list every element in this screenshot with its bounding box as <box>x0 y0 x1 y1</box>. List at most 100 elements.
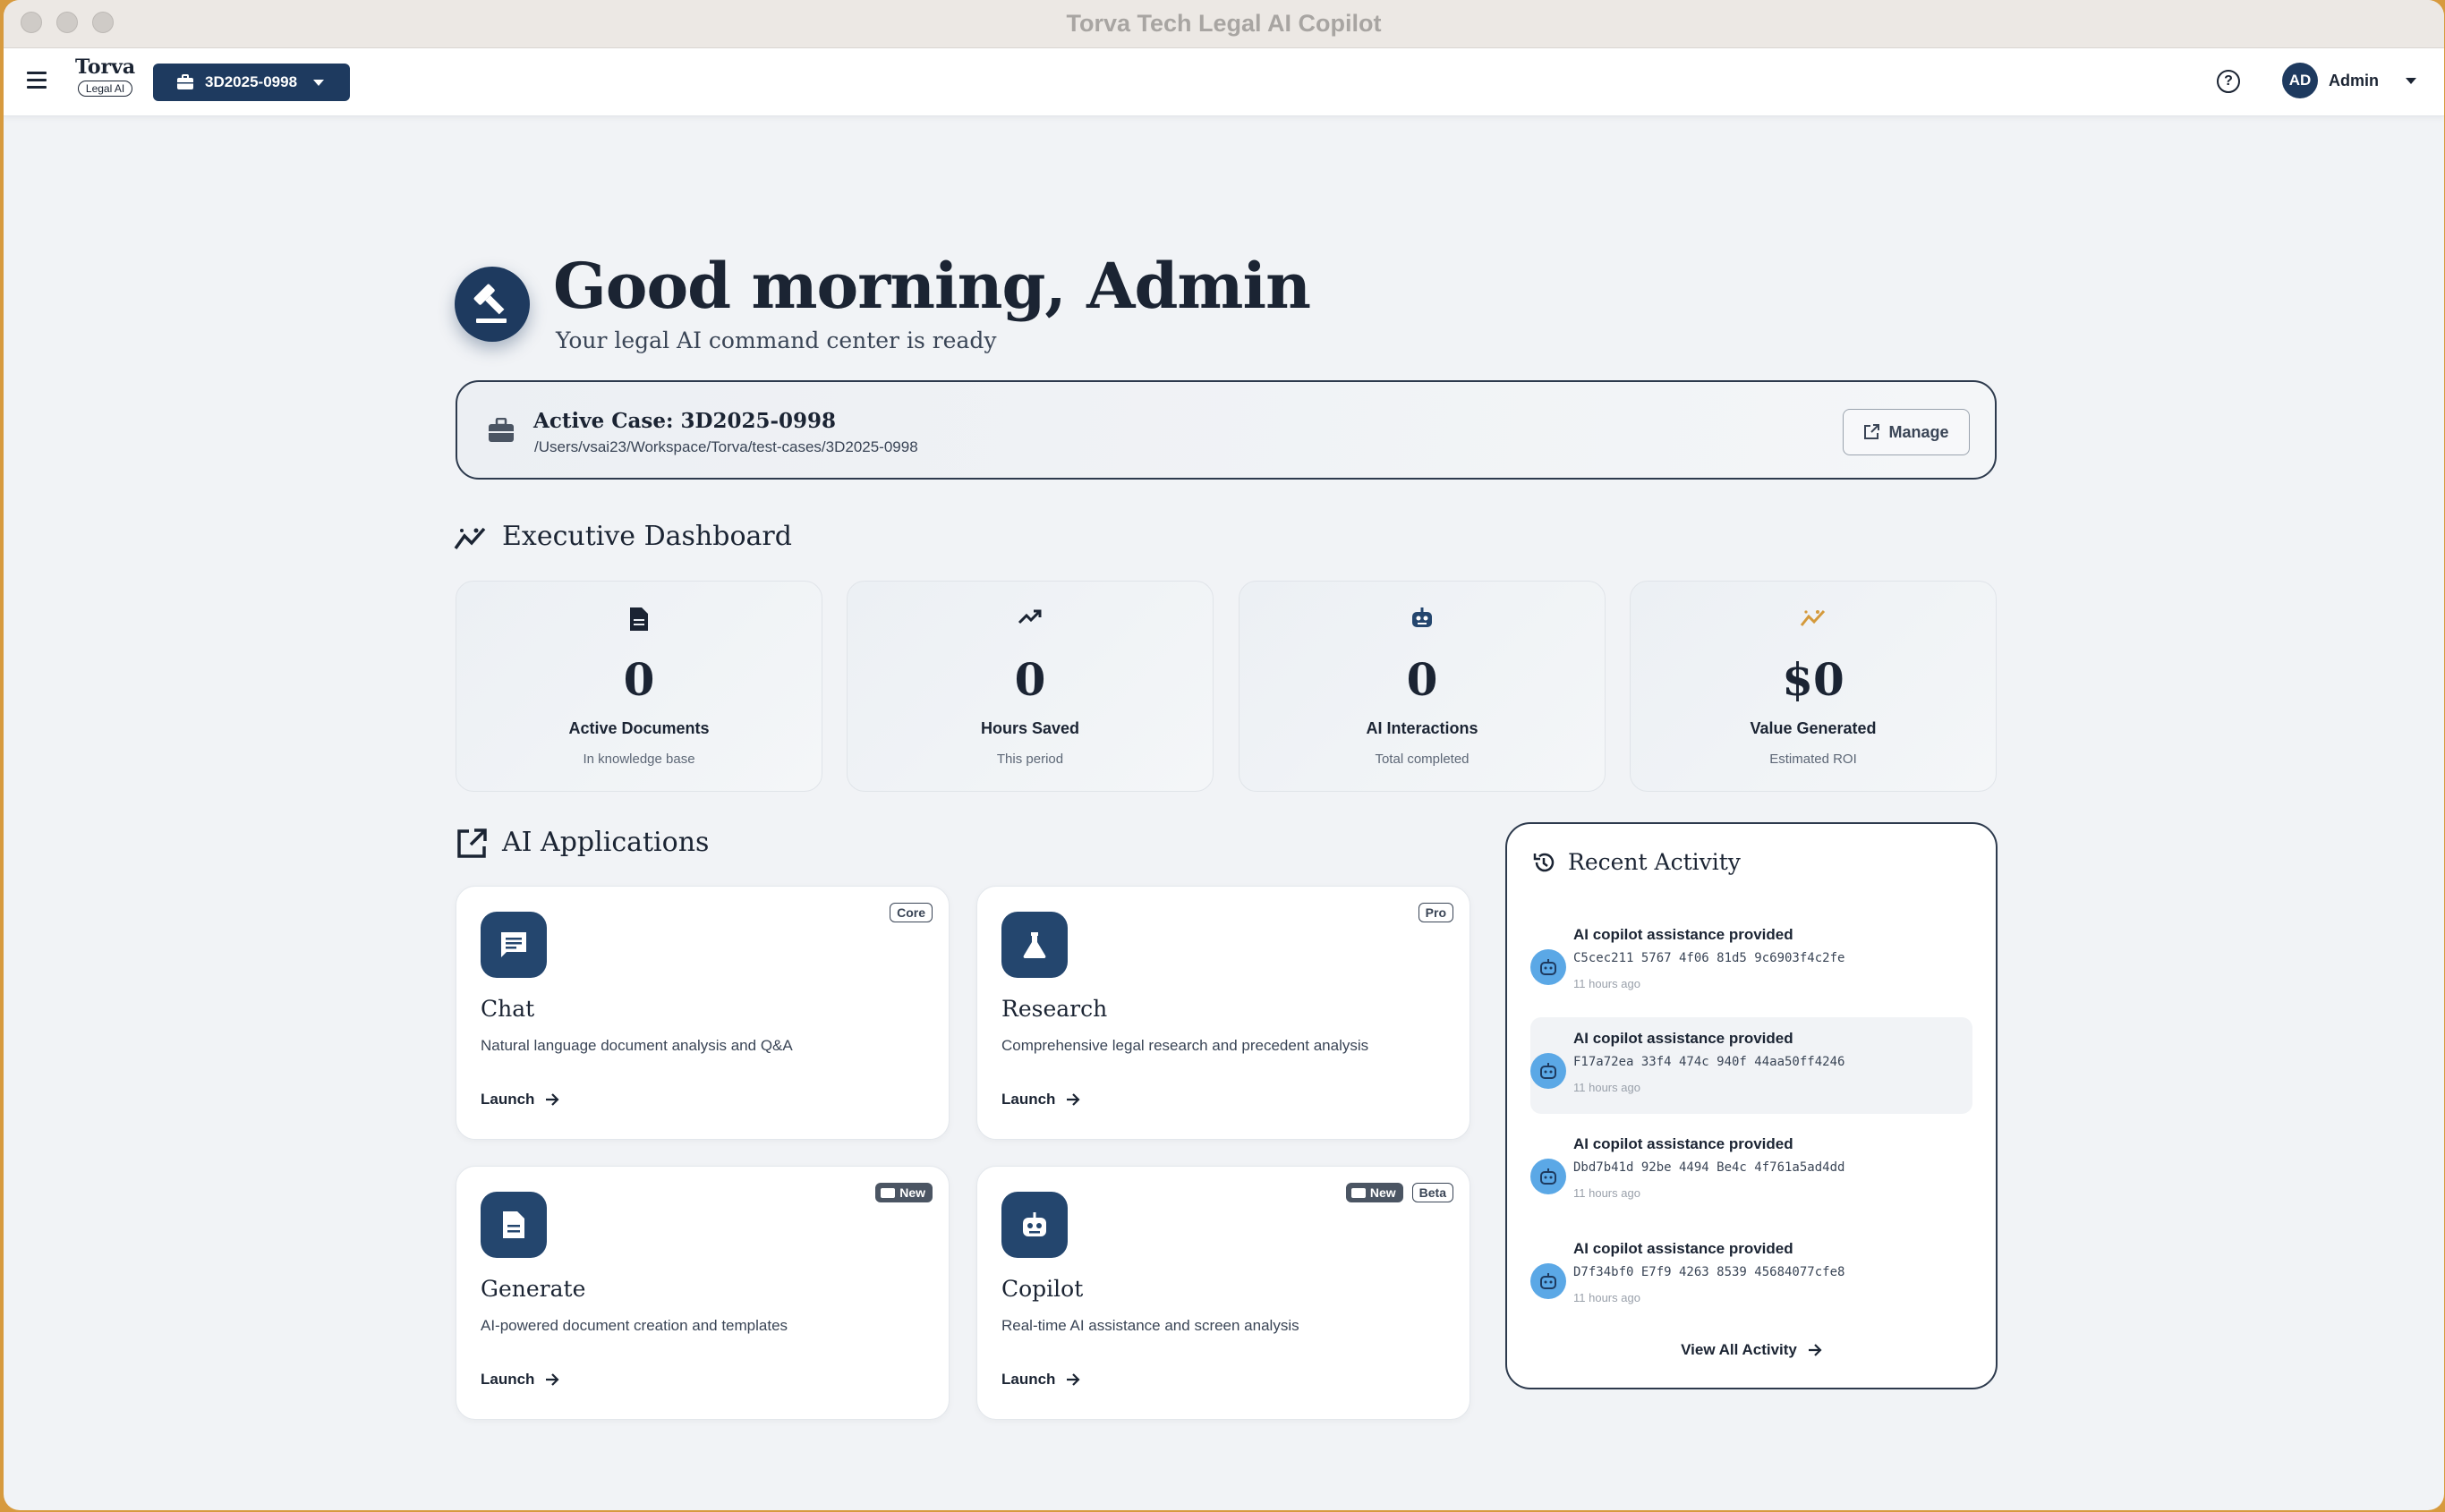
app-card-research[interactable]: Pro Research Comprehensive legal researc… <box>976 886 1470 1140</box>
app-card-copilot[interactable]: New Beta Copilot Real-time AI assistance… <box>976 1166 1470 1420</box>
app-name: Generate <box>481 1276 586 1302</box>
new-badge-label: New <box>1369 1185 1396 1200</box>
activity-id: Dbd7b41d 92be 4494 Be4c 4f761a5ad4dd <box>1573 1160 1845 1175</box>
case-selector-label: 3D2025-0998 <box>205 73 298 90</box>
beta-badge: Beta <box>1411 1183 1453 1202</box>
stat-card-documents: 0 Active Documents In knowledge base <box>456 581 822 792</box>
app-card-chat[interactable]: Core Chat Natural language document anal… <box>456 886 950 1140</box>
new-badge-label: New <box>899 1185 925 1200</box>
chevron-down-icon <box>313 79 325 86</box>
stat-sublabel: Estimated ROI <box>1769 752 1857 767</box>
app-card-generate[interactable]: New Generate AI-powered document creatio… <box>456 1166 950 1420</box>
manage-button-label: Manage <box>1888 422 1949 441</box>
robot-icon <box>1530 1053 1566 1089</box>
brand-badge: Legal AI <box>77 81 133 97</box>
briefcase-icon <box>489 418 514 442</box>
window-title: Torva Tech Legal AI Copilot <box>1066 10 1382 37</box>
page-subtitle: Your legal AI command center is ready <box>556 327 997 353</box>
activity-title-text: AI copilot assistance provided <box>1573 926 1793 943</box>
trending-up-icon <box>1018 609 1042 624</box>
arrow-right-icon <box>546 1093 560 1106</box>
stat-sublabel: Total completed <box>1375 752 1470 767</box>
app-window: Torva Tech Legal AI Copilot Torva Legal … <box>4 0 2444 1510</box>
chat-icon <box>481 912 547 978</box>
help-icon[interactable]: ? <box>2217 70 2240 93</box>
user-menu[interactable]: AD Admin <box>2282 63 2416 98</box>
stat-label: Hours Saved <box>980 719 1080 737</box>
app-name: Research <box>1001 996 1108 1022</box>
core-badge: Core <box>890 903 933 922</box>
launch-generate-button[interactable]: Launch <box>481 1371 560 1389</box>
app-header: Torva Legal AI 3D2025-0998 ? AD Admin <box>4 48 2444 116</box>
avatar: AD <box>2282 63 2318 98</box>
app-name: Chat <box>481 996 535 1022</box>
app-description: Comprehensive legal research and precede… <box>1001 1037 1369 1054</box>
brand-logo: Torva Legal AI <box>75 55 135 97</box>
launch-label: Launch <box>481 1091 535 1108</box>
stat-sublabel: This period <box>996 752 1064 767</box>
stat-value: 0 <box>1014 653 1046 706</box>
activity-id: D7f34bf0 E7f9 4263 8539 45684077cfe8 <box>1573 1265 1845 1279</box>
page-title: Good morning, Admin <box>553 249 1311 323</box>
robot-icon <box>1412 607 1432 627</box>
activity-time: 11 hours ago <box>1573 1291 1640 1304</box>
recent-activity-panel: Recent Activity AI copilot assistance pr… <box>1505 822 1998 1389</box>
stat-label: Active Documents <box>568 719 710 737</box>
launch-research-button[interactable]: Launch <box>1001 1091 1081 1109</box>
app-description: Real-time AI assistance and screen analy… <box>1001 1317 1299 1334</box>
activity-item[interactable]: AI copilot assistance provided C5cec211 … <box>1530 913 1972 1010</box>
manage-button[interactable]: Manage <box>1843 409 1970 455</box>
activity-title-text: AI copilot assistance provided <box>1573 1135 1793 1152</box>
gavel-icon <box>455 267 530 342</box>
activity-time: 11 hours ago <box>1573 1186 1640 1200</box>
pro-badge: Pro <box>1418 903 1453 922</box>
activity-item[interactable]: AI copilot assistance provided D7f34bf0 … <box>1530 1227 1972 1324</box>
menu-icon[interactable] <box>27 72 47 89</box>
window-titlebar: Torva Tech Legal AI Copilot <box>4 0 2444 48</box>
stat-value: 0 <box>1406 653 1438 706</box>
activity-item[interactable]: AI copilot assistance provided Dbd7b41d … <box>1530 1123 1972 1219</box>
launch-copilot-button[interactable]: Launch <box>1001 1371 1081 1389</box>
arrow-right-icon <box>1808 1344 1822 1356</box>
view-all-activity-button[interactable]: View All Activity <box>1507 1341 1996 1359</box>
flask-icon <box>1001 912 1068 978</box>
insights-icon <box>1800 609 1826 626</box>
activity-id: F17a72ea 33f4 474c 940f 44aa50ff4246 <box>1573 1055 1845 1069</box>
new-releases-icon <box>881 1187 896 1198</box>
activity-time: 11 hours ago <box>1573 1081 1640 1094</box>
active-case-title: Active Case: 3D2025-0998 <box>533 409 837 433</box>
user-name: Admin <box>2329 71 2379 89</box>
launch-label: Launch <box>481 1371 535 1388</box>
launch-label: Launch <box>1001 1091 1056 1108</box>
robot-icon <box>1530 1263 1566 1299</box>
new-releases-icon <box>1350 1187 1366 1198</box>
stat-card-hours: 0 Hours Saved This period <box>847 581 1214 792</box>
document-icon <box>481 1192 547 1258</box>
brand-name: Torva <box>75 55 136 79</box>
briefcase-icon <box>177 74 193 89</box>
activity-id: C5cec211 5767 4f06 81d5 9c6903f4c2fe <box>1573 951 1845 965</box>
active-case-banner: Active Case: 3D2025-0998 /Users/vsai23/W… <box>456 380 1997 480</box>
dashboard-title: Executive Dashboard <box>502 521 792 552</box>
open-external-icon <box>1864 424 1880 439</box>
new-badge: New <box>875 1183 933 1202</box>
launch-label: Launch <box>1001 1371 1056 1388</box>
robot-icon <box>1530 1159 1566 1194</box>
document-icon <box>630 607 648 631</box>
applications-title: AI Applications <box>502 827 710 858</box>
chevron-down-icon <box>2406 77 2416 84</box>
activity-item[interactable]: AI copilot assistance provided F17a72ea … <box>1530 1017 1972 1114</box>
open-external-icon <box>457 828 487 858</box>
stat-card-interactions: 0 AI Interactions Total completed <box>1239 581 1606 792</box>
launch-chat-button[interactable]: Launch <box>481 1091 560 1109</box>
arrow-right-icon <box>546 1373 560 1386</box>
new-badge: New <box>1345 1183 1403 1202</box>
case-selector-button[interactable]: 3D2025-0998 <box>153 64 350 101</box>
arrow-right-icon <box>1067 1093 1081 1106</box>
active-case-path: /Users/vsai23/Workspace/Torva/test-cases… <box>534 438 918 455</box>
robot-icon <box>1001 1192 1068 1258</box>
stat-label: AI Interactions <box>1366 719 1478 737</box>
stat-value: $0 <box>1782 653 1844 706</box>
history-icon <box>1533 853 1555 871</box>
activity-title: Recent Activity <box>1568 849 1741 875</box>
